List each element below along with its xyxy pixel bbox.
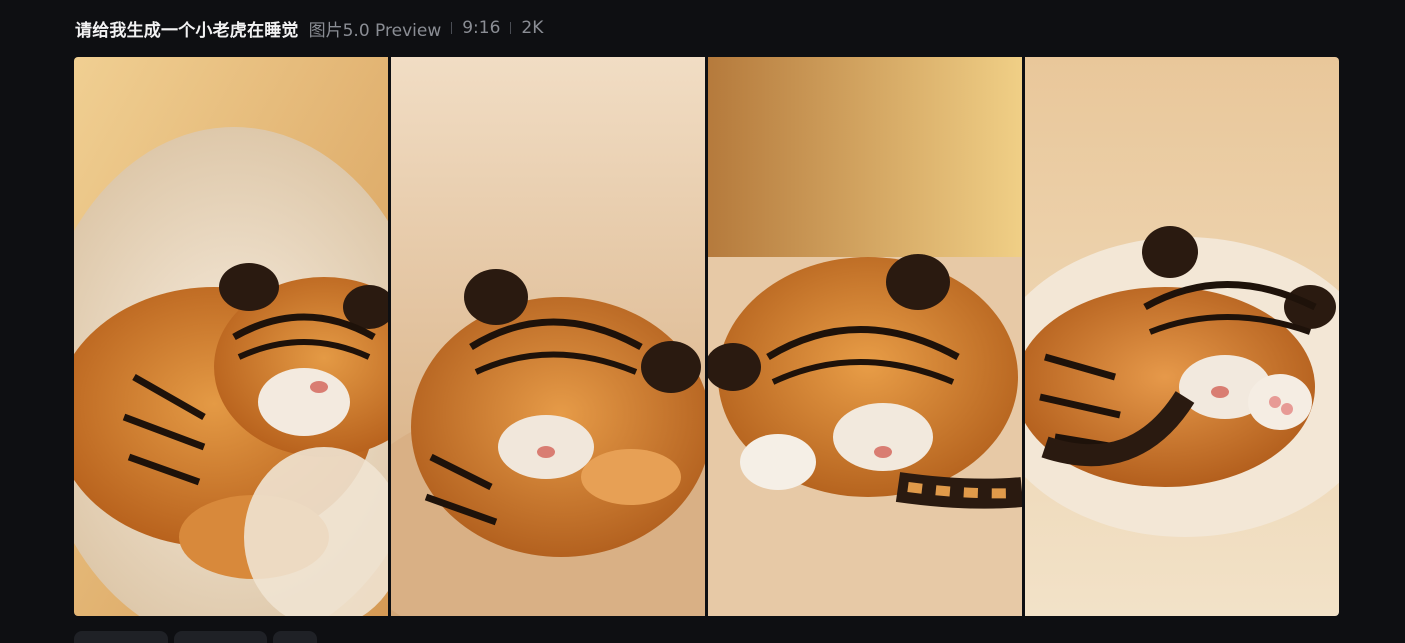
generated-image-4[interactable] (1025, 57, 1339, 616)
image-action-bar (74, 631, 317, 643)
meta-divider (451, 22, 453, 34)
meta-divider (510, 22, 512, 34)
image-gallery (74, 57, 1339, 616)
action-button-2[interactable] (174, 631, 267, 643)
tiger-image-2 (391, 57, 705, 616)
prompt-text: 请给我生成一个小老虎在睡觉 (75, 20, 299, 41)
generation-header: 请给我生成一个小老虎在睡觉 图片5.0 Preview 9:16 2K (75, 14, 543, 42)
action-button-1[interactable] (74, 631, 168, 643)
generated-image-2[interactable] (391, 57, 705, 616)
generated-image-3[interactable] (708, 57, 1022, 616)
tiger-image-3 (708, 57, 1022, 616)
model-label: 图片5.0 Preview (308, 20, 442, 41)
tiger-image-4 (1025, 57, 1339, 616)
tiger-image-1 (74, 57, 388, 616)
resolution-label: 2K (521, 18, 544, 38)
more-options-button[interactable] (273, 631, 317, 643)
generation-result-page: 请给我生成一个小老虎在睡觉 图片5.0 Preview 9:16 2K (0, 0, 1405, 643)
aspect-ratio-label: 9:16 (462, 18, 501, 38)
generated-image-1[interactable] (74, 57, 388, 616)
